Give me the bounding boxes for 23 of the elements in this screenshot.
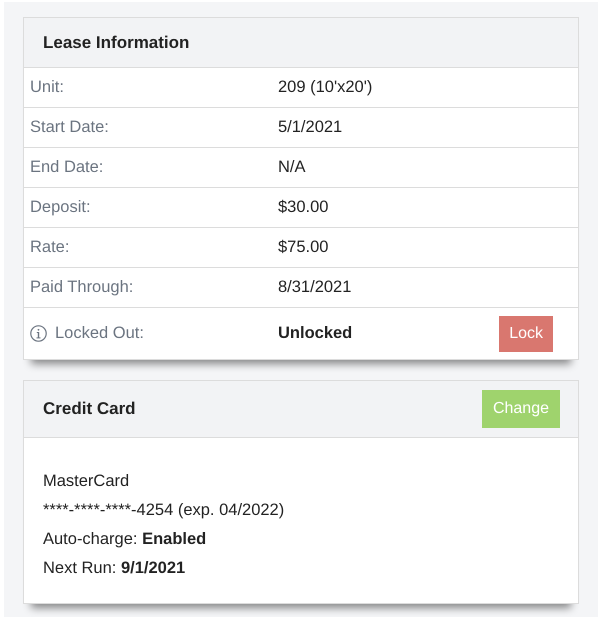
field-label: Paid Through:: [30, 277, 134, 298]
field-label: Rate:: [30, 237, 70, 258]
field-value: $75.00: [278, 237, 330, 258]
field-value: 8/31/2021: [278, 277, 352, 298]
field-value: 5/1/2021: [278, 117, 344, 138]
change-button[interactable]: Change: [482, 390, 560, 428]
card-title: Lease Information: [43, 32, 190, 54]
field-value: N/A: [278, 157, 307, 178]
lock-button[interactable]: Lock: [499, 316, 553, 352]
field-value: $30.00: [278, 197, 330, 218]
field-label: Start Date:: [30, 117, 109, 138]
card-detail: MasterCard: [43, 472, 130, 490]
field-label: End Date:: [30, 157, 104, 178]
info-icon[interactable]: [30, 325, 47, 342]
card-title: Credit Card: [43, 398, 136, 420]
field-label: Deposit:: [30, 197, 91, 218]
card-detail: Auto-charge: Enabled: [43, 530, 206, 548]
field-value: 209 (10'x20'): [278, 77, 374, 98]
card-detail: Next Run: 9/1/2021: [43, 559, 186, 577]
card-detail: ****-****-****-4254 (exp. 04/2022): [43, 501, 284, 519]
field-label: Locked Out:: [55, 323, 144, 344]
field-value: Unlocked: [278, 323, 354, 344]
field-label: Unit:: [30, 77, 64, 98]
